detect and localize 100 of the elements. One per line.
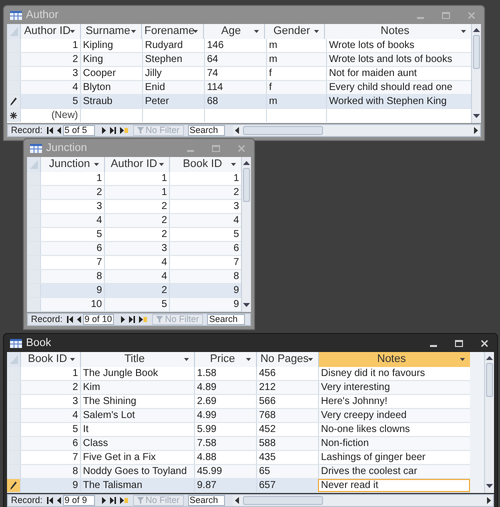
column-header[interactable]: Book ID: [20, 352, 80, 367]
vertical-scrollbar[interactable]: [471, 24, 481, 123]
table-cell[interactable]: 4: [40, 214, 104, 227]
table-cell[interactable]: 768: [256, 409, 318, 422]
column-header[interactable]: Gender: [264, 24, 324, 39]
column-header[interactable]: Author ID: [104, 157, 169, 172]
table-row[interactable]: 2 Kim 4.89 212 Very interesting: [7, 381, 470, 395]
table-cell[interactable]: 4: [20, 409, 80, 422]
dropdown-caret-icon[interactable]: [93, 162, 100, 167]
table-cell[interactable]: 114: [204, 81, 266, 94]
table-row[interactable]: 9 2 9: [27, 284, 241, 298]
table-cell[interactable]: 3: [104, 242, 169, 255]
table-cell[interactable]: 435: [256, 451, 318, 464]
dropdown-caret-icon[interactable]: [307, 357, 314, 362]
table-cell[interactable]: 1: [104, 172, 169, 185]
dropdown-caret-icon[interactable]: [253, 29, 260, 34]
dropdown-caret-icon[interactable]: [183, 357, 190, 362]
table-cell[interactable]: 1: [40, 172, 104, 185]
table-cell[interactable]: The Jungle Book: [80, 367, 194, 380]
table-row[interactable]: 4 Blyton Enid 114 f Every child should read one: [7, 81, 472, 95]
scroll-thumb[interactable]: [243, 168, 250, 202]
table-cell[interactable]: 1: [20, 39, 80, 52]
dropdown-caret-icon[interactable]: [68, 29, 76, 34]
table-cell[interactable]: 566: [256, 395, 318, 408]
scroll-right-icon[interactable]: [474, 127, 478, 134]
scroll-down-icon[interactable]: [473, 114, 480, 119]
table-cell[interactable]: 4.88: [194, 451, 256, 464]
table-cell[interactable]: Very interesting: [318, 381, 470, 394]
table-row[interactable]: 5 It 5.99 452 No-one likes clowns: [7, 423, 470, 437]
table-cell[interactable]: Disney did it no favours: [318, 367, 470, 380]
dropdown-caret-icon[interactable]: [459, 357, 466, 362]
table-cell[interactable]: Here's Johnny!: [318, 395, 470, 408]
table-cell[interactable]: 2.69: [194, 395, 256, 408]
table-cell[interactable]: 2: [20, 381, 80, 394]
scroll-down-icon[interactable]: [486, 484, 493, 489]
horizontal-scrollbar[interactable]: [233, 495, 493, 506]
table-cell[interactable]: 5: [104, 298, 169, 311]
table-cell[interactable]: 4.89: [194, 381, 256, 394]
table-cell[interactable]: f: [266, 67, 326, 80]
table-row[interactable]: 10 5 9: [27, 298, 241, 312]
table-cell[interactable]: 6: [40, 242, 104, 255]
table-row[interactable]: 1 The Jungle Book 1.58 456 Disney did it no favours: [7, 367, 470, 381]
table-cell[interactable]: 8: [20, 465, 80, 478]
table-cell[interactable]: Salem's Lot: [80, 409, 194, 422]
table-cell[interactable]: 2: [40, 186, 104, 199]
search-field[interactable]: Search: [207, 314, 245, 325]
table-cell[interactable]: Very creepy indeed: [318, 409, 470, 422]
row-selector[interactable]: [7, 95, 20, 108]
table-cell[interactable]: 1: [104, 186, 169, 199]
first-record-icon[interactable]: [46, 127, 53, 134]
table-cell[interactable]: 45.99: [194, 465, 256, 478]
table-cell[interactable]: 5.99: [194, 423, 256, 436]
table-cell[interactable]: 68: [204, 95, 266, 108]
table-cell[interactable]: 4: [104, 256, 169, 269]
column-header[interactable]: Notes: [318, 352, 470, 367]
scroll-up-icon[interactable]: [243, 161, 250, 166]
table-cell[interactable]: 7: [20, 451, 80, 464]
table-cell[interactable]: 452: [256, 423, 318, 436]
search-field[interactable]: Search: [188, 125, 226, 136]
table-cell[interactable]: Non-fiction: [318, 437, 470, 450]
table-cell[interactable]: 7: [40, 256, 104, 269]
table-cell[interactable]: 2: [20, 53, 80, 66]
vertical-scrollbar[interactable]: [484, 352, 494, 493]
table-cell[interactable]: Enid: [142, 81, 204, 94]
table-row[interactable]: 3 Cooper Jilly 74 f Not for maiden aunt: [7, 67, 472, 81]
table-cell[interactable]: The Shining: [80, 395, 194, 408]
table-row[interactable]: 4 2 4: [27, 214, 241, 228]
table-cell[interactable]: 1.58: [194, 367, 256, 380]
first-record-icon[interactable]: [46, 497, 53, 504]
close-icon[interactable]: [481, 340, 488, 346]
dropdown-caret-icon[interactable]: [313, 29, 320, 34]
table-cell[interactable]: 3: [20, 67, 80, 80]
table-row[interactable]: 6 Class 7.58 588 Non-fiction: [7, 437, 470, 451]
record-number-field[interactable]: 5 of 5: [62, 125, 95, 136]
first-record-icon[interactable]: [66, 316, 73, 323]
table-cell[interactable]: 2: [104, 200, 169, 213]
table-row[interactable]: 6 3 6: [27, 242, 241, 256]
dropdown-caret-icon[interactable]: [69, 357, 76, 362]
table-cell[interactable]: 1: [20, 367, 80, 380]
table-cell[interactable]: Rudyard: [142, 39, 204, 52]
table-cell[interactable]: 456: [256, 367, 318, 380]
table-cell[interactable]: 212: [256, 381, 318, 394]
table-cell[interactable]: Lashings of ginger beer: [318, 451, 470, 464]
column-header[interactable]: Title: [80, 352, 194, 367]
table-cell[interactable]: 4.99: [194, 409, 256, 422]
table-row[interactable]: 7 Five Get in a Fix 4.88 435 Lashings of ginger beer: [7, 451, 470, 465]
table-row[interactable]: 2 1 2: [27, 186, 241, 200]
table-cell[interactable]: f: [266, 81, 326, 94]
next-record-icon[interactable]: [121, 316, 126, 323]
table-row[interactable]: 2 King Stephen 64 m Wrote lots and lots of books: [7, 53, 472, 67]
table-cell[interactable]: 3: [40, 200, 104, 213]
table-cell[interactable]: Kipling: [80, 39, 142, 52]
scroll-thumb[interactable]: [243, 126, 324, 135]
table-row[interactable]: 3 The Shining 2.69 566 Here's Johnny!: [7, 395, 470, 409]
dropdown-caret-icon[interactable]: [460, 29, 468, 34]
table-cell[interactable]: 2: [104, 214, 169, 227]
table-cell[interactable]: Straub: [80, 95, 142, 108]
table-row[interactable]: 7 4 7: [27, 256, 241, 270]
table-cell[interactable]: Jilly: [142, 67, 204, 80]
table-cell[interactable]: Never read it: [318, 479, 470, 492]
